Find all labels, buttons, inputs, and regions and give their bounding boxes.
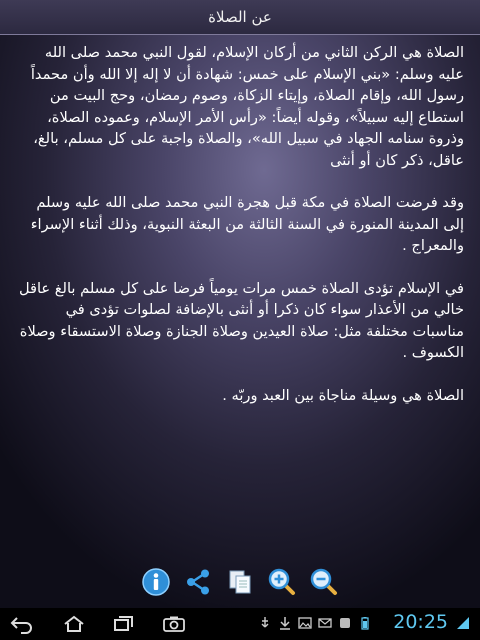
title-bar: عن الصلاة bbox=[0, 0, 480, 35]
notification-icon bbox=[340, 618, 350, 628]
home-button[interactable] bbox=[60, 612, 88, 636]
recent-apps-icon bbox=[114, 616, 133, 631]
page-title: عن الصلاة bbox=[208, 8, 272, 26]
bottom-toolbar bbox=[0, 562, 480, 602]
copy-button[interactable] bbox=[224, 566, 256, 598]
zoom-out-button[interactable] bbox=[308, 566, 340, 598]
info-icon bbox=[142, 568, 170, 596]
usb-icon bbox=[261, 617, 269, 628]
system-navigation-bar: 20:25 bbox=[0, 608, 480, 640]
recent-apps-button[interactable] bbox=[110, 612, 138, 636]
back-icon bbox=[10, 617, 32, 634]
clock: 20:25 bbox=[393, 611, 448, 633]
zoom-in-button[interactable] bbox=[266, 566, 298, 598]
download-icon bbox=[280, 617, 290, 630]
zoom-out-icon bbox=[310, 568, 337, 595]
info-button[interactable] bbox=[140, 566, 172, 598]
article-body[interactable]: الصلاة هي الركن الثاني من أركان الإسلام،… bbox=[16, 42, 464, 427]
camera-icon bbox=[163, 616, 185, 632]
mail-icon bbox=[318, 618, 332, 628]
battery-icon bbox=[361, 617, 369, 630]
share-button[interactable] bbox=[182, 566, 214, 598]
paragraph-3: في الإسلام تؤدى الصلاة خمس مرات يومياً ف… bbox=[18, 279, 464, 362]
paragraph-1: الصلاة هي الركن الثاني من أركان الإسلام،… bbox=[30, 44, 464, 169]
home-icon bbox=[64, 615, 84, 632]
app-screen: عن الصلاة الصلاة هي الركن الثاني من أركا… bbox=[0, 0, 480, 608]
zoom-in-icon bbox=[268, 568, 295, 595]
paragraph-2: وقد فرضت الصلاة في مكة قبل هجرة النبي مح… bbox=[30, 194, 464, 254]
share-icon bbox=[187, 569, 209, 595]
copy-icon bbox=[229, 570, 251, 594]
paragraph-4: الصلاة هي وسيلة مناجاة بين العبد وربّه . bbox=[222, 386, 464, 404]
image-icon bbox=[298, 617, 312, 629]
wifi-icon bbox=[457, 617, 469, 629]
screenshot-button[interactable] bbox=[160, 612, 188, 636]
back-button[interactable] bbox=[8, 612, 36, 636]
